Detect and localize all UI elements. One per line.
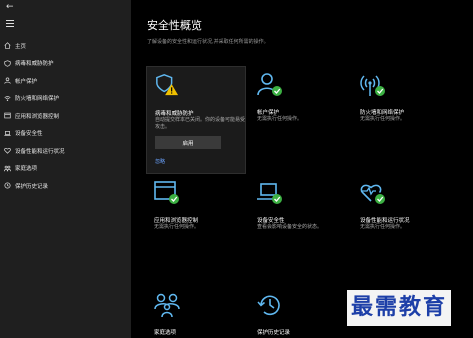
heart-pulse-check-icon	[360, 184, 385, 204]
app-window-icon	[3, 112, 11, 120]
card-description: 查看会影响设备安全的状态。	[257, 224, 323, 230]
card-description: 无需执行任何操作。	[257, 116, 303, 122]
sidebar-item-label: 家庭选项	[15, 166, 38, 173]
card-description: 自动提交样本已关闭。你的设备可能易受攻击。	[155, 117, 246, 130]
sidebar-item-label: 设备安全性	[15, 131, 43, 138]
shield-warning-icon	[156, 74, 179, 96]
card-firewall[interactable]: 防火墙和网络保护 无需执行任何操作。	[360, 72, 456, 132]
sidebar-item-account-protection[interactable]: 帐户保护	[0, 72, 131, 90]
page-title: 安全性概览	[147, 19, 202, 32]
sidebar-item-history[interactable]: 保护历史记录	[0, 177, 131, 195]
enable-button[interactable]: 启用	[155, 136, 221, 149]
card-title: 帐户保护	[257, 110, 280, 116]
card-app-browser[interactable]: 应用和浏览器控制 无需执行任何操作。	[154, 180, 250, 240]
sidebar-item-label: 应用和浏览器控制	[15, 113, 60, 120]
hamburger-menu-icon[interactable]	[6, 18, 14, 29]
sidebar-nav: 主页 病毒和威胁防护 帐户保护 防火墙和网络保护 应用和浏览器控制 设备安全性 …	[0, 37, 131, 195]
sidebar-item-virus-protection[interactable]: 病毒和威胁防护	[0, 55, 131, 73]
history-icon	[257, 295, 280, 316]
laptop-icon	[3, 129, 11, 137]
family-icon	[3, 164, 11, 172]
card-title: 设备安全性	[257, 218, 285, 224]
sidebar-item-label: 防火墙和网络保护	[15, 96, 60, 103]
card-title: 保护历史记录	[257, 330, 291, 336]
page-subtitle: 了解设备的安全性和运行状况,并采取任何所需的操作。	[147, 39, 269, 45]
sidebar-item-label: 保护历史记录	[15, 183, 49, 190]
watermark-logo: 最需教育	[347, 290, 452, 326]
sidebar: ← 主页 病毒和威胁防护 帐户保护 防火墙和网络保护 应用和浏览器控制 设备安全…	[0, 0, 131, 338]
card-device-security[interactable]: 设备安全性 查看会影响设备安全的状态。	[257, 180, 353, 240]
sidebar-item-device-security[interactable]: 设备安全性	[0, 125, 131, 143]
ignore-link[interactable]: 忽略	[155, 158, 165, 165]
card-family[interactable]: 家庭选项	[154, 292, 250, 338]
sidebar-item-label: 设备性能和运行状况	[15, 148, 65, 155]
sidebar-item-family[interactable]: 家庭选项	[0, 160, 131, 178]
antenna-check-icon	[360, 75, 385, 96]
card-title: 设备性能和运行状况	[360, 218, 410, 224]
sidebar-item-app-browser[interactable]: 应用和浏览器控制	[0, 107, 131, 125]
card-device-health[interactable]: 设备性能和运行状况 无需执行任何操作。	[360, 180, 456, 240]
heart-icon	[3, 147, 11, 155]
card-description: 无需执行任何操作。	[360, 116, 406, 122]
home-icon	[3, 42, 11, 50]
card-title: 防火墙和网络保护	[360, 110, 405, 116]
sidebar-item-firewall[interactable]: 防火墙和网络保护	[0, 90, 131, 108]
sidebar-item-home[interactable]: 主页	[0, 37, 131, 55]
card-virus-protection[interactable]: 病毒和威胁防护 自动提交样本已关闭。你的设备可能易受攻击。 启用 忽略	[146, 66, 246, 174]
laptop-check-icon	[257, 183, 282, 204]
person-check-icon	[257, 73, 282, 96]
card-title: 家庭选项	[154, 330, 177, 336]
sidebar-item-label: 帐户保护	[15, 78, 38, 85]
card-title: 应用和浏览器控制	[154, 218, 199, 224]
card-description: 无需执行任何操作。	[154, 224, 200, 230]
app-window-check-icon	[154, 181, 179, 204]
person-icon	[3, 77, 11, 85]
sidebar-item-label: 病毒和威胁防护	[15, 61, 54, 68]
back-arrow-icon[interactable]: ←	[6, 2, 14, 12]
main-content: 安全性概览 了解设备的安全性和运行状况,并采取任何所需的操作。 病毒和威胁防护 …	[131, 0, 473, 338]
card-description: 无需执行任何操作。	[360, 224, 406, 230]
card-title: 病毒和威胁防护	[155, 111, 194, 117]
shield-icon	[3, 59, 11, 67]
sidebar-item-device-health[interactable]: 设备性能和运行状况	[0, 142, 131, 160]
card-history[interactable]: 保护历史记录	[257, 292, 353, 338]
family-icon	[154, 293, 180, 318]
card-account-protection[interactable]: 帐户保护 无需执行任何操作。	[257, 72, 353, 132]
wifi-icon	[3, 94, 11, 102]
history-icon	[3, 182, 11, 190]
sidebar-item-label: 主页	[15, 43, 27, 50]
